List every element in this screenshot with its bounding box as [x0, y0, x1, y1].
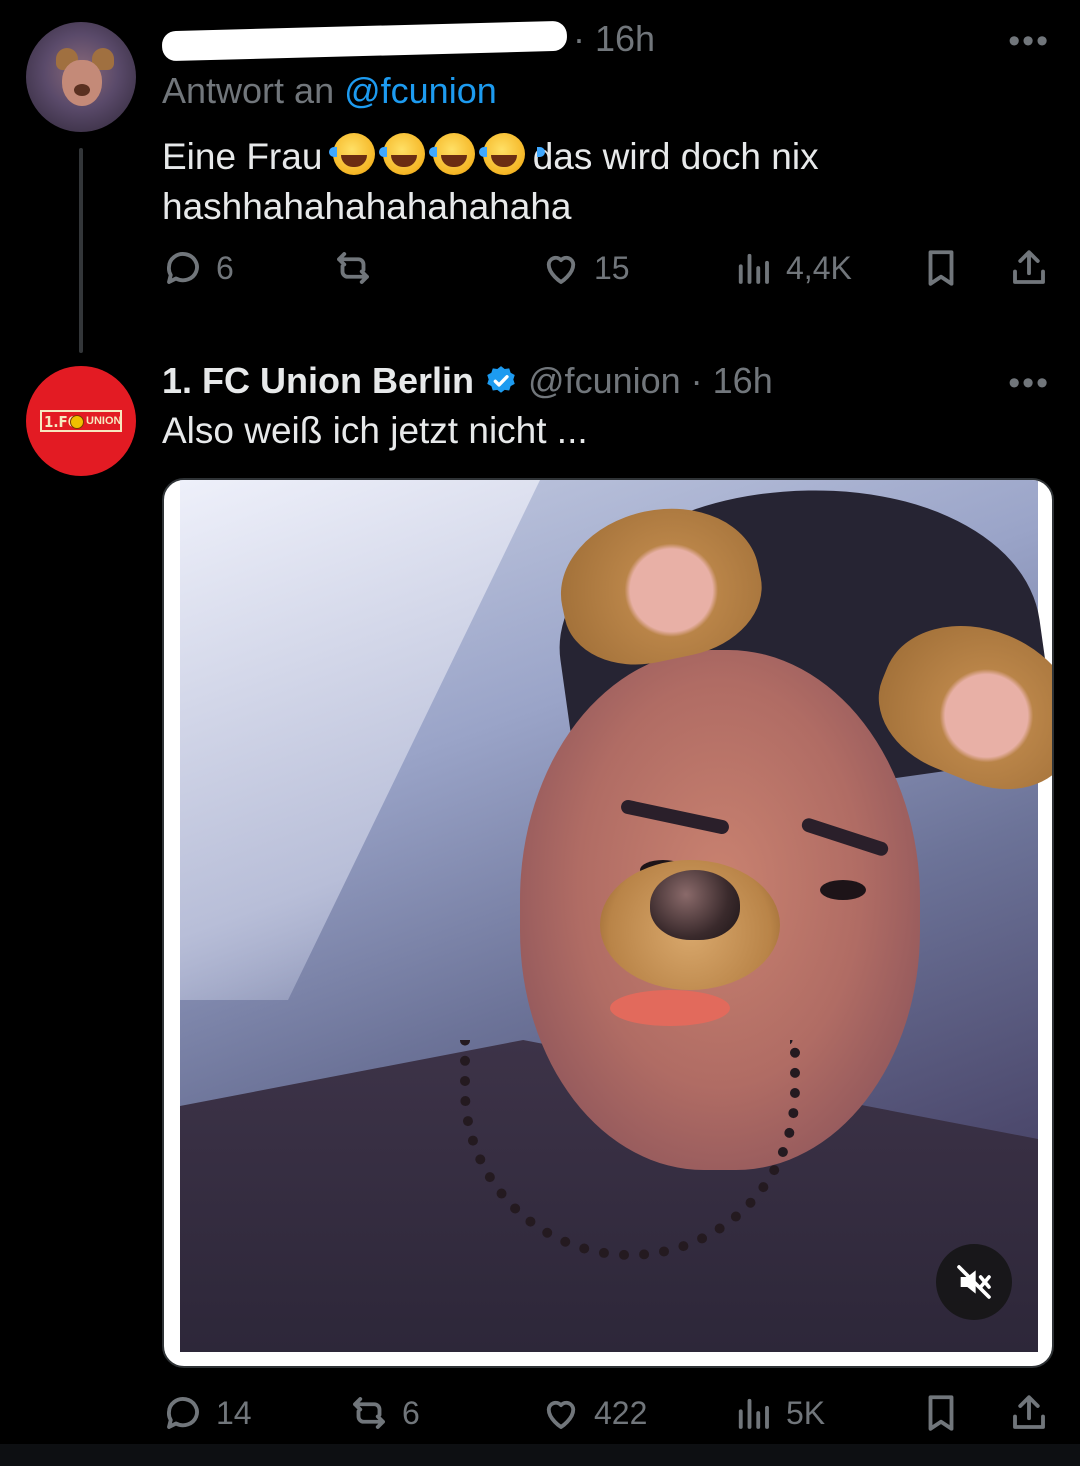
union-views-button[interactable]: 5K: [732, 1392, 825, 1434]
union-views-count: 5K: [786, 1394, 826, 1431]
reply-retweet-button[interactable]: [332, 247, 386, 289]
reply-views-count: 4,4K: [786, 249, 852, 286]
share-icon: [1013, 250, 1045, 284]
reply-reply-button[interactable]: 6: [162, 247, 234, 289]
redaction-scribble: [161, 21, 568, 62]
reply-author-avatar[interactable]: [26, 22, 136, 132]
heart-icon: [546, 1400, 576, 1429]
retweet-icon: [337, 252, 369, 284]
mute-toggle-button[interactable]: [936, 1244, 1012, 1320]
union-time: · 16h: [690, 360, 773, 401]
union-more-button[interactable]: •••: [1008, 364, 1050, 403]
thread-connector-line: [79, 148, 83, 353]
union-handle[interactable]: @fcunion: [528, 360, 681, 402]
views-chart-icon: [738, 253, 769, 284]
tears-of-joy-emoji-icon: [478, 133, 545, 175]
reply-author-line: · 16h: [161, 18, 656, 62]
reply-text-start: Eine Frau: [162, 136, 333, 177]
union-logo: 1.FC UNION: [40, 410, 122, 432]
reply-like-count: 15: [594, 249, 630, 286]
share-icon: [1013, 1395, 1045, 1429]
reply-more-button[interactable]: •••: [1008, 22, 1050, 61]
tears-of-joy-emoji-icon: [428, 133, 495, 175]
tweet-thread: · 16h ••• Antwort an @fcunion Eine Frau …: [0, 0, 1080, 1466]
union-display-name[interactable]: 1. FC Union Berlin: [162, 360, 474, 402]
reply-action-bar: 6 15 4,4K: [162, 247, 1052, 295]
video-progress-bar[interactable]: [164, 1352, 1052, 1366]
comment-icon: [167, 252, 199, 284]
reply-share-button[interactable]: [1008, 247, 1050, 289]
union-like-button[interactable]: 422: [540, 1392, 647, 1434]
union-tweet-text: Also weiß ich jetzt nicht ...: [162, 410, 588, 451]
union-bookmark-button[interactable]: [920, 1392, 962, 1434]
speaker-muted-icon: [957, 1265, 991, 1299]
reply-text-end: das wird doch nix: [532, 136, 819, 177]
union-share-button[interactable]: [1008, 1392, 1050, 1434]
reply-like-button[interactable]: 15: [540, 247, 630, 289]
reply-bookmark-button[interactable]: [920, 247, 962, 289]
union-reply-count: 14: [216, 1394, 252, 1431]
comment-icon: [167, 1397, 199, 1429]
reply-to-label: Antwort an: [162, 70, 335, 111]
tears-of-joy-emoji-icon: [378, 133, 445, 175]
reply-views-button[interactable]: 4,4K: [732, 247, 852, 289]
union-author-line: 1. FC Union Berlin @fcunion · 16h: [162, 360, 773, 402]
views-chart-icon: [738, 1398, 769, 1429]
union-retweet-button[interactable]: 6: [348, 1392, 420, 1434]
bookmark-icon: [928, 250, 954, 286]
reply-tweet-text: Eine Frau das wird doch nix hashhahahaha…: [162, 132, 1022, 232]
union-action-bar: 14 6 422 5K: [162, 1392, 1052, 1440]
bookmark-icon: [928, 1395, 954, 1431]
union-like-count: 422: [594, 1394, 648, 1431]
union-avatar[interactable]: 1.FC UNION: [26, 366, 136, 476]
reply-to-mention[interactable]: @fcunion: [344, 70, 497, 111]
verified-badge-icon: [487, 366, 515, 393]
union-reply-button[interactable]: 14: [162, 1392, 252, 1434]
reply-reply-count: 6: [216, 249, 234, 286]
reply-time: · 16h: [573, 18, 656, 59]
retweet-icon: [353, 1397, 385, 1429]
heart-icon: [546, 255, 576, 284]
union-retweet-count: 6: [402, 1394, 420, 1431]
reply-text-line2: hashhahahahahahahaha: [162, 186, 572, 227]
bottom-divider: [0, 1444, 1080, 1466]
reply-to-line: Antwort an @fcunion: [162, 70, 497, 112]
selfie-photo: [180, 480, 1052, 1366]
tears-of-joy-emoji-icon: [328, 133, 395, 175]
tweet-media-image[interactable]: [162, 478, 1054, 1368]
